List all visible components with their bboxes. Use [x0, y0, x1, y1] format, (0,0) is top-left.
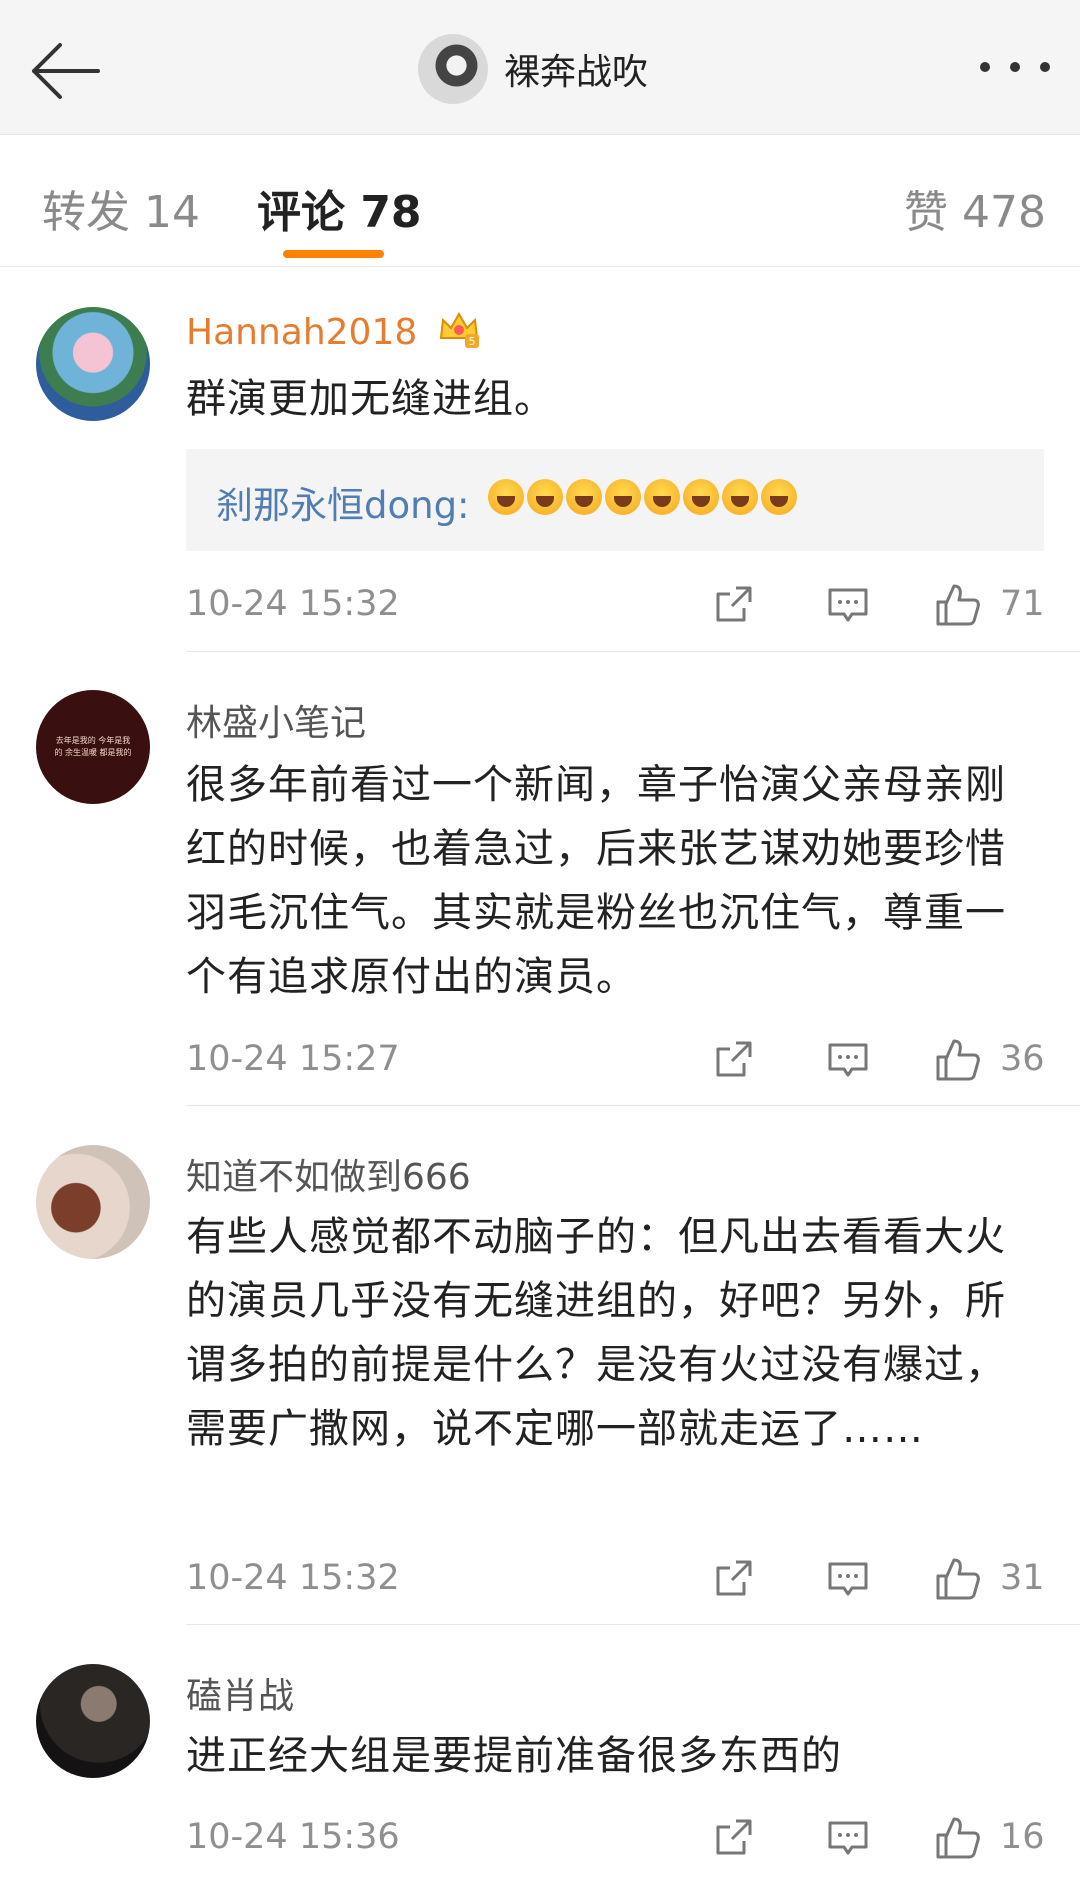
avatar-caption: 去年是我的 今年是我的 余生温暖 都是我的	[54, 736, 132, 757]
comment-time: 10-24 15:27	[186, 1039, 400, 1079]
header-title: 裸奔战吹	[504, 52, 649, 93]
comment-meta: 10-24 15:36 16	[186, 1813, 1046, 1863]
laugh-emoji-icon	[644, 479, 680, 515]
top-bar: 裸奔战吹	[0, 0, 1080, 135]
laugh-emoji-icon	[722, 479, 758, 515]
comment-icon[interactable]	[826, 1037, 870, 1085]
laugh-emoji-icon	[683, 479, 719, 515]
avatar[interactable]	[36, 307, 150, 421]
comment-username[interactable]: 林盛小笔记	[186, 694, 366, 746]
tab-likes[interactable]: 赞 478	[904, 176, 1046, 240]
header-avatar[interactable]	[418, 34, 488, 104]
comment-text: 有些人感觉都不动脑子的：但凡出去看看大火的演员几乎没有无缝进组的，好吧？另外，所…	[186, 1214, 1006, 1452]
comment-meta: 10-24 15:32 71	[186, 580, 1046, 630]
comment-icon[interactable]	[826, 1815, 870, 1863]
repost-icon[interactable]	[712, 582, 756, 630]
like-count: 71	[1000, 584, 1045, 624]
vip-crown-icon: 5	[437, 310, 481, 359]
comment-text: 进正经大组是要提前准备很多东西的	[186, 1733, 842, 1779]
reply-emoji-row	[488, 479, 800, 515]
comment-meta: 10-24 15:32 31	[186, 1554, 1046, 1604]
repost-icon[interactable]	[712, 1556, 756, 1604]
comment-text: 群演更加无缝进组。	[186, 376, 555, 422]
divider	[186, 651, 1080, 652]
like-count: 31	[1000, 1558, 1045, 1598]
laugh-emoji-icon	[761, 479, 797, 515]
laugh-emoji-icon	[488, 479, 524, 515]
comment-time: 10-24 15:32	[186, 1558, 400, 1598]
more-options-icon[interactable]	[980, 62, 1050, 78]
avatar[interactable]: 去年是我的 今年是我的 余生温暖 都是我的	[36, 690, 150, 804]
active-tab-indicator	[283, 250, 384, 258]
comment-time: 10-24 15:36	[186, 1817, 400, 1857]
comment-icon[interactable]	[826, 582, 870, 630]
laugh-emoji-icon	[566, 479, 602, 515]
back-arrow-icon[interactable]	[26, 36, 106, 106]
laugh-emoji-icon	[605, 479, 641, 515]
comment-username[interactable]: Hannah2018 5	[186, 310, 481, 359]
like-icon[interactable]	[934, 582, 982, 632]
tab-comments[interactable]: 评论 78	[257, 176, 422, 240]
comment-time: 10-24 15:32	[186, 584, 400, 624]
like-count: 36	[1000, 1039, 1045, 1079]
like-icon[interactable]	[934, 1556, 982, 1606]
comment-text: 很多年前看过一个新闻，章子怡演父亲母亲刚红的时候，也着急过，后来张艺谋劝她要珍惜…	[186, 762, 1006, 1000]
divider	[186, 1105, 1080, 1106]
comment-meta: 10-24 15:27 36	[186, 1035, 1046, 1085]
tab-bar: 转发 14 评论 78 赞 478	[0, 134, 1080, 267]
svg-text:5: 5	[468, 335, 475, 348]
username-text: Hannah2018	[186, 312, 418, 353]
repost-icon[interactable]	[712, 1815, 756, 1863]
comment-username[interactable]: 磕肖战	[186, 1667, 294, 1719]
repost-icon[interactable]	[712, 1037, 756, 1085]
avatar[interactable]	[36, 1664, 150, 1778]
divider	[186, 1624, 1080, 1625]
avatar[interactable]	[36, 1145, 150, 1259]
comment-username[interactable]: 知道不如做到666	[186, 1148, 471, 1200]
like-icon[interactable]	[934, 1037, 982, 1087]
tab-repost[interactable]: 转发 14	[42, 176, 200, 240]
header-title-group[interactable]: 裸奔战吹	[418, 34, 648, 104]
like-icon[interactable]	[934, 1815, 982, 1865]
like-count: 16	[1000, 1817, 1045, 1857]
reply-username[interactable]: 刹那永恒dong:	[216, 475, 470, 529]
comment-icon[interactable]	[826, 1556, 870, 1604]
laugh-emoji-icon	[527, 479, 563, 515]
reply-box[interactable]: 刹那永恒dong:	[186, 449, 1044, 551]
